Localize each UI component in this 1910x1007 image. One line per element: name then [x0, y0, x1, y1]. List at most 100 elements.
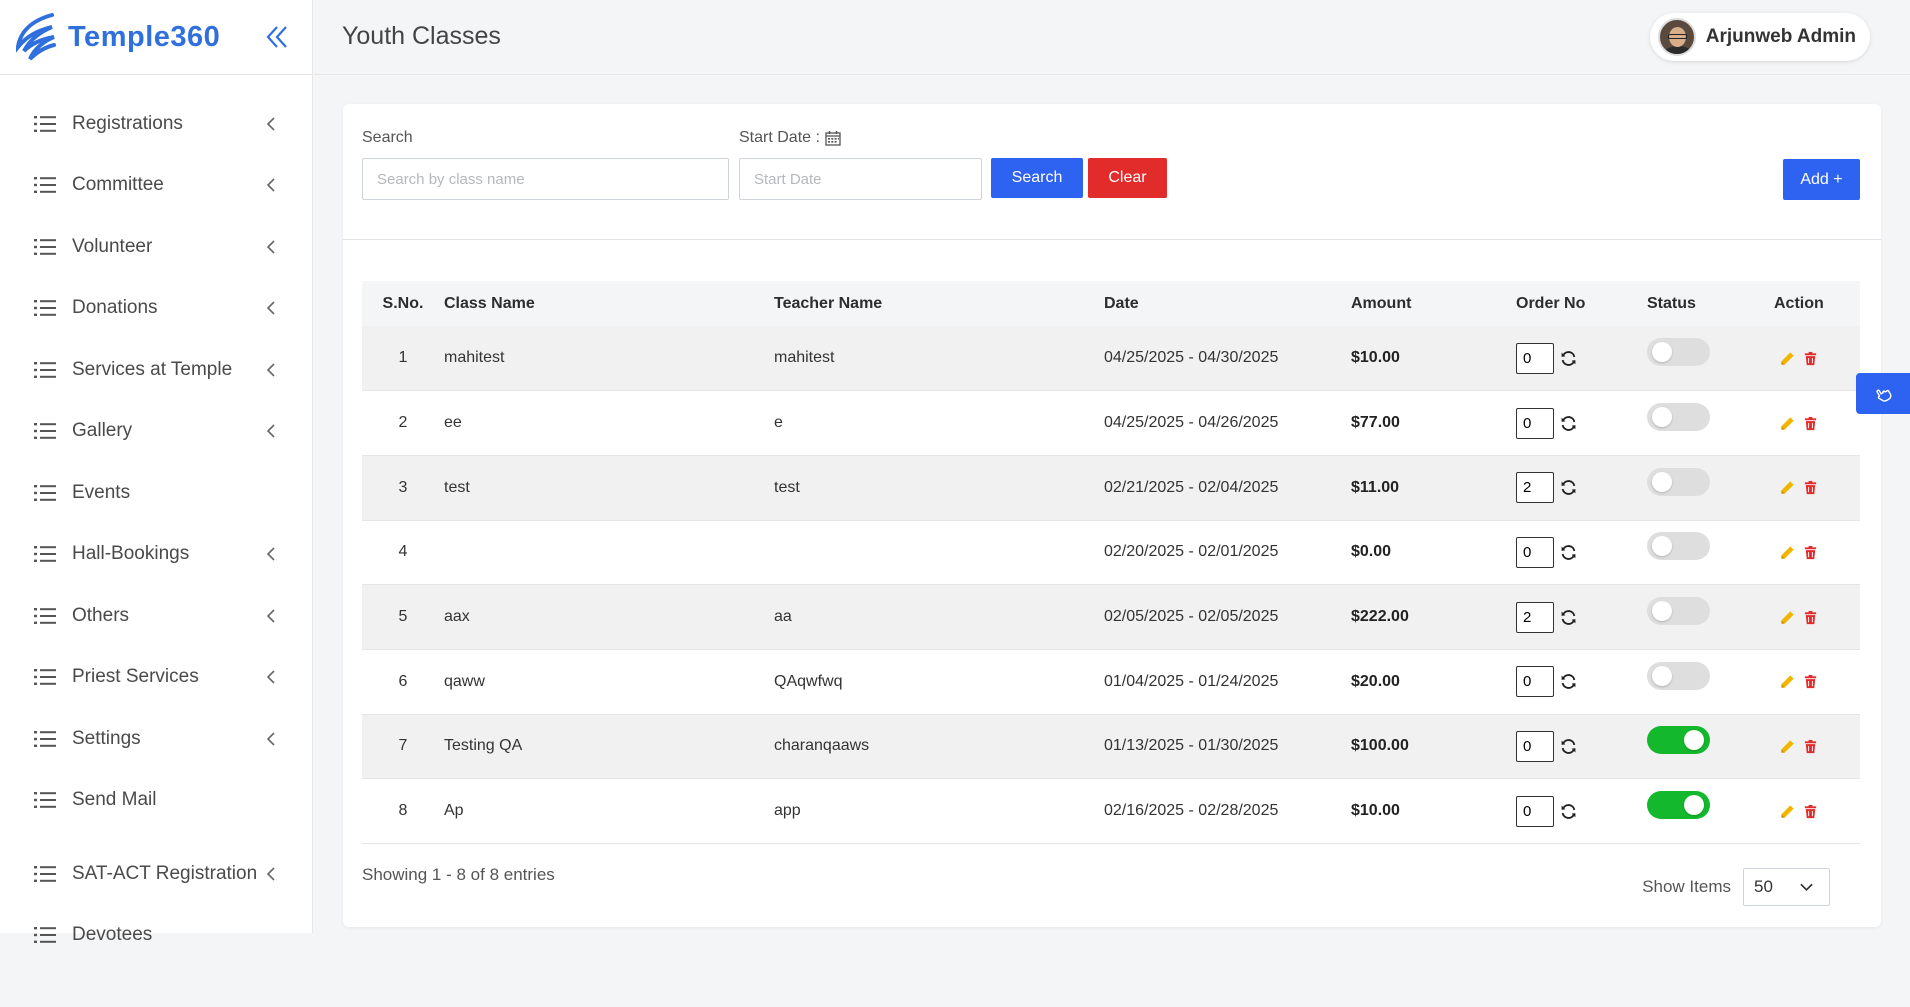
pencil-icon[interactable] [1780, 739, 1795, 754]
pencil-icon[interactable] [1780, 480, 1795, 495]
cell-class-name: mahitest [444, 349, 505, 367]
sidebar-nav: Registrations Committee Volunteer Donations… [0, 75, 312, 966]
refresh-icon[interactable] [1560, 350, 1577, 367]
table-row: 5 aax aa 02/05/2025 - 02/05/2025 $222.00 [362, 584, 1860, 650]
order-input[interactable] [1516, 795, 1554, 827]
search-button[interactable]: Search [991, 158, 1083, 198]
status-toggle[interactable] [1647, 467, 1710, 496]
cell-date: 02/16/2025 - 02/28/2025 [1104, 802, 1279, 820]
chevron-down-icon [1800, 883, 1813, 891]
sidebar-item-events[interactable]: Events [0, 462, 312, 524]
start-date-input[interactable] [739, 158, 982, 200]
column-header-teacher-name: Teacher Name [774, 294, 883, 312]
cell-amount: $77.00 [1351, 414, 1400, 432]
refresh-icon[interactable] [1560, 803, 1577, 820]
clear-button[interactable]: Clear [1088, 158, 1167, 198]
cell-sno: 7 [398, 737, 408, 755]
order-input[interactable] [1516, 407, 1554, 439]
cell-status [1647, 326, 1774, 391]
chevron-left-icon [266, 609, 275, 623]
list-icon [34, 730, 56, 747]
order-input[interactable] [1516, 472, 1554, 504]
cell-order-no [1516, 455, 1647, 520]
sidebar-item-registrations[interactable]: Registrations [0, 93, 312, 155]
sidebar-item-devotees[interactable]: Devotees [0, 905, 312, 967]
pencil-icon[interactable] [1780, 416, 1795, 431]
show-items-value: 50 [1754, 877, 1773, 896]
pencil-icon[interactable] [1780, 804, 1795, 819]
cell-order-no [1516, 520, 1647, 585]
sidebar-item-label: Volunteer [72, 235, 153, 257]
refresh-icon[interactable] [1560, 544, 1577, 561]
trash-icon[interactable] [1803, 480, 1818, 495]
status-toggle[interactable] [1647, 597, 1710, 626]
pencil-icon[interactable] [1780, 351, 1795, 366]
cell-status [1647, 391, 1774, 456]
sidebar-item-label: Registrations [72, 112, 183, 134]
sidebar-item-donations[interactable]: Donations [0, 278, 312, 340]
order-input[interactable] [1516, 342, 1554, 374]
trash-icon[interactable] [1803, 674, 1818, 689]
refresh-icon[interactable] [1560, 673, 1577, 690]
sidebar-item-priest-services[interactable]: Priest Services [0, 647, 312, 709]
order-input[interactable] [1516, 536, 1554, 568]
cell-class-name: aax [444, 608, 470, 626]
pencil-icon[interactable] [1780, 674, 1795, 689]
status-toggle[interactable] [1647, 338, 1710, 367]
avatar [1657, 18, 1696, 56]
double-chevron-left-icon[interactable] [264, 24, 290, 50]
cell-teacher-name: charanqaaws [774, 737, 870, 755]
sidebar-item-label: SAT-ACT Registration [72, 862, 258, 884]
cell-order-no [1516, 326, 1647, 391]
status-toggle[interactable] [1647, 726, 1710, 755]
chevron-left-icon [266, 867, 275, 881]
pencil-icon[interactable] [1780, 545, 1795, 560]
list-icon [34, 792, 56, 809]
order-input[interactable] [1516, 601, 1554, 633]
cell-amount: $100.00 [1351, 737, 1409, 755]
refresh-icon[interactable] [1560, 479, 1577, 496]
status-toggle[interactable] [1647, 403, 1710, 432]
sidebar-item-sat-act-registration[interactable]: SAT-ACT Registration [0, 843, 312, 905]
show-items-select[interactable]: 50 [1743, 868, 1830, 906]
status-toggle[interactable] [1647, 661, 1710, 690]
column-header-order-no: Order No [1516, 294, 1586, 312]
sidebar-item-hall-bookings[interactable]: Hall-Bookings [0, 524, 312, 586]
refresh-icon[interactable] [1560, 609, 1577, 626]
sidebar-item-volunteer[interactable]: Volunteer [0, 216, 312, 278]
sidebar-item-label: Events [72, 481, 131, 503]
pencil-icon[interactable] [1780, 610, 1795, 625]
sidebar-item-committee[interactable]: Committee [0, 155, 312, 217]
status-toggle[interactable] [1647, 532, 1710, 561]
sidebar-item-gallery[interactable]: Gallery [0, 401, 312, 463]
trash-icon[interactable] [1803, 804, 1818, 819]
cell-date: 02/20/2025 - 02/01/2025 [1104, 543, 1279, 561]
table-row: 3 test test 02/21/2025 - 02/04/2025 $11.00 [362, 455, 1860, 521]
order-input[interactable] [1516, 730, 1554, 762]
cell-sno: 3 [398, 478, 408, 496]
trash-icon[interactable] [1803, 545, 1818, 560]
trash-icon[interactable] [1803, 351, 1818, 366]
cell-sno: 6 [398, 672, 408, 690]
sidebar-item-services-at-temple[interactable]: Services at Temple [0, 339, 312, 401]
list-icon [34, 238, 56, 255]
status-toggle[interactable] [1647, 791, 1710, 820]
order-input[interactable] [1516, 666, 1554, 698]
sidebar-item-send-mail[interactable]: Send Mail [0, 770, 312, 832]
sidebar-item-settings[interactable]: Settings [0, 708, 312, 770]
cell-status [1647, 585, 1774, 650]
sidebar-item-others[interactable]: Others [0, 585, 312, 647]
floating-action-tab[interactable] [1856, 373, 1910, 414]
trash-icon[interactable] [1803, 739, 1818, 754]
list-icon [34, 927, 56, 944]
trash-icon[interactable] [1803, 610, 1818, 625]
refresh-icon[interactable] [1560, 738, 1577, 755]
cell-status [1647, 714, 1774, 779]
search-input[interactable] [362, 158, 729, 200]
search-label: Search [362, 129, 413, 146]
trash-icon[interactable] [1803, 416, 1818, 431]
refresh-icon[interactable] [1560, 415, 1577, 432]
add-button[interactable]: Add + [1783, 159, 1860, 200]
column-header-status: Status [1647, 294, 1696, 312]
user-menu[interactable]: Arjunweb Admin [1649, 13, 1870, 61]
